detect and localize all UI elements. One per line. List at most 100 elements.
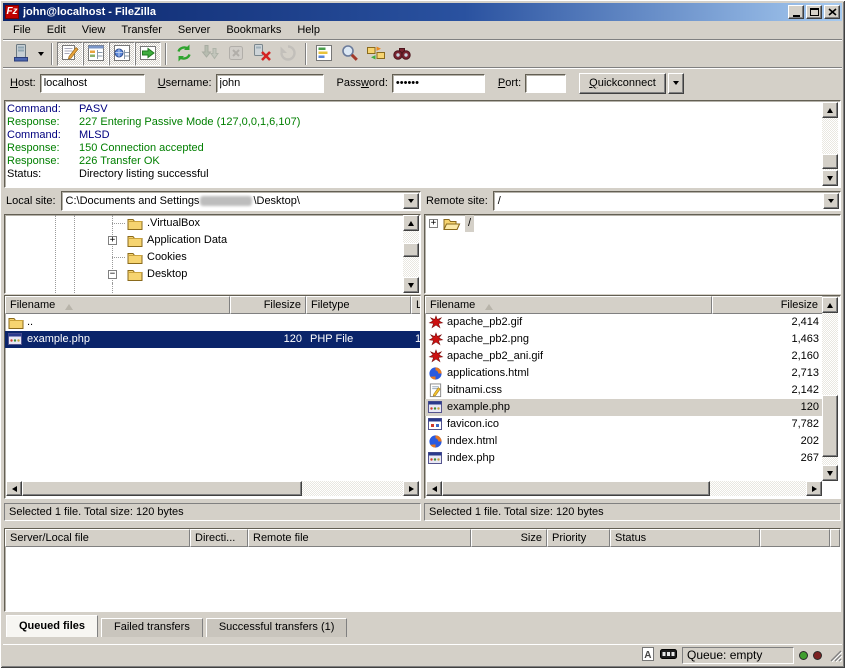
expand-icon[interactable]: + [429,219,438,228]
scroll-thumb[interactable] [403,243,419,257]
remote-file-list-hscrollbar[interactable] [426,481,822,497]
column-header-l[interactable]: L [411,296,420,314]
menu-view[interactable]: View [74,21,114,39]
site-manager-dropdown-button[interactable] [34,42,47,66]
file-row-example.php[interactable]: example.php120 [425,399,823,416]
find-files-button[interactable] [389,42,415,66]
directory-comparison-button[interactable] [337,42,363,66]
column-header-filesize[interactable]: Filesize [712,296,823,314]
column-header-filesize[interactable]: Filesize [230,296,306,314]
file-row-applications.html[interactable]: applications.html2,713 [425,365,823,382]
scroll-thumb[interactable] [822,395,838,457]
scroll-left-button[interactable] [6,481,22,496]
column-header-blank[interactable] [760,529,830,547]
remote-path: / [498,195,501,207]
menu-help[interactable]: Help [289,21,328,39]
site-manager-button[interactable] [8,42,34,66]
tab-successful-transfers-1-[interactable]: Successful transfers (1) [206,618,348,637]
toggle-message-log-button[interactable] [57,42,83,66]
scroll-right-button[interactable] [806,481,822,496]
column-header-status[interactable]: Status [610,529,760,547]
tree-item-root[interactable]: +/ [425,215,840,232]
local-site-combo[interactable]: C:\Documents and Settings\Desktop\ [61,191,421,211]
window-title: john@localhost - FileZilla [23,6,788,18]
file-row-apache-pb2.png[interactable]: apache_pb2.png1,463 [425,331,823,348]
menu-file[interactable]: File [5,21,39,39]
menu-server[interactable]: Server [170,21,218,39]
scroll-left-button[interactable] [426,481,442,496]
scroll-up-button[interactable] [822,297,838,313]
local-site-dropdown-button[interactable] [403,193,419,209]
file-row-apache-pb2-ani.gif[interactable]: apache_pb2_ani.gif2,160 [425,348,823,365]
arrow-up-icon [827,105,833,113]
menu-bookmarks[interactable]: Bookmarks [218,21,289,39]
scroll-up-button[interactable] [403,215,419,231]
scroll-thumb[interactable] [22,481,302,496]
remote-file-list-vscrollbar[interactable] [822,297,839,481]
column-header-server-local-file[interactable]: Server/Local file [5,529,190,547]
column-header-priority[interactable]: Priority [547,529,610,547]
column-header-size[interactable]: Size [471,529,547,547]
message-log-scrollbar[interactable] [822,102,839,186]
tree-guide-line [112,283,113,293]
local-file-list-hscrollbar[interactable] [6,481,419,497]
column-header-filename[interactable]: Filename [425,296,712,314]
toggle-remote-tree-button[interactable] [109,42,135,66]
tab-failed-transfers[interactable]: Failed transfers [101,618,203,637]
column-header-remote-file[interactable]: Remote file [248,529,471,547]
arrow-down-icon [827,471,833,479]
tree-item-cookies[interactable]: Cookies [5,249,420,266]
scroll-up-button[interactable] [822,102,838,118]
tree-item-application-data[interactable]: +Application Data [5,232,420,249]
resize-grip[interactable] [829,649,842,665]
tree-item--virtualbox[interactable]: .VirtualBox [5,215,420,232]
file-row-index.php[interactable]: index.php267 [425,450,823,467]
toggle-local-tree-button[interactable] [83,42,109,66]
directory-filters-button[interactable] [311,42,337,66]
close-button[interactable] [824,5,840,19]
file-row-apache-pb2.gif[interactable]: apache_pb2.gif2,414 [425,314,823,331]
minimize-button[interactable] [788,5,804,19]
menu-transfer[interactable]: Transfer [113,21,170,39]
filter-icon [314,43,334,66]
password-input[interactable] [392,74,485,93]
menu-edit[interactable]: Edit [39,21,74,39]
file-row-..[interactable]: .. [5,314,420,331]
file-row-favicon.ico[interactable]: favicon.ico7,782 [425,416,823,433]
toggle-queue-button[interactable] [135,42,161,66]
maximize-button[interactable] [806,5,822,19]
column-header-directi-[interactable]: Directi... [190,529,248,547]
quickconnect-button[interactable]: Quickconnect [579,73,666,94]
column-header-filename[interactable]: Filename [5,296,230,314]
local-tree-scrollbar[interactable] [403,215,420,293]
host-input[interactable] [40,74,145,93]
file-row-bitnami.css[interactable]: bitnami.css2,142 [425,382,823,399]
scroll-thumb[interactable] [822,154,838,169]
scroll-thumb[interactable] [442,481,710,496]
collapse-icon[interactable]: − [108,270,117,279]
file-row-example.php[interactable]: example.php120PHP File1 [5,331,420,348]
port-input[interactable] [525,74,566,93]
column-header-filetype[interactable]: Filetype [306,296,411,314]
synchronized-browsing-button[interactable] [363,42,389,66]
local-pane-status: Selected 1 file. Total size: 120 bytes [4,503,421,521]
scroll-down-button[interactable] [822,170,838,186]
quickconnect-button-label: Quickconnect [589,77,656,89]
file-cell: 267 [712,450,823,467]
remote-site-dropdown-button[interactable] [823,193,839,209]
disconnect-button[interactable] [249,42,275,66]
image-icon [427,332,444,348]
refresh-button[interactable] [171,42,197,66]
titlebar[interactable]: Fz john@localhost - FileZilla [3,3,842,21]
username-input[interactable] [216,74,324,93]
tab-queued-files[interactable]: Queued files [6,615,98,637]
file-row-index.html[interactable]: index.html202 [425,433,823,450]
expand-icon[interactable]: + [108,236,117,245]
quickconnect-dropdown-button[interactable] [668,73,684,94]
local-pane: Local site: C:\Documents and Settings\De… [4,191,421,521]
tree-item-desktop[interactable]: −Desktop [5,266,420,283]
scroll-down-button[interactable] [822,465,838,481]
remote-site-combo[interactable]: / [493,191,841,211]
scroll-right-button[interactable] [403,481,419,496]
scroll-down-button[interactable] [403,277,419,293]
